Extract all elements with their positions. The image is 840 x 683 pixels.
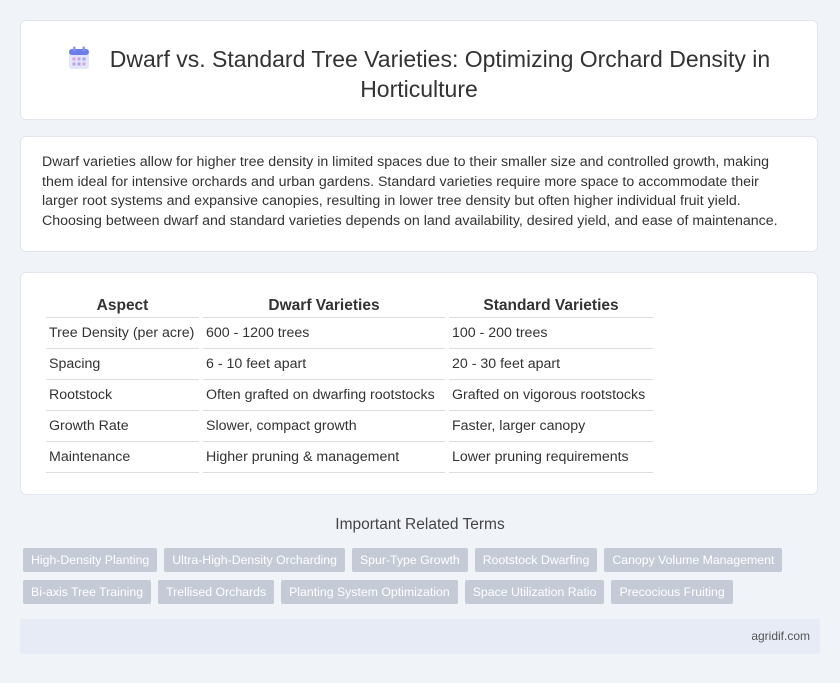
column-header-standard: Standard Varieties bbox=[449, 295, 653, 318]
tag-row: Bi-axis Tree Training Trellised Orchards… bbox=[23, 580, 813, 604]
tag-row: High-Density Planting Ultra-High-Density… bbox=[23, 548, 813, 572]
tag-precocious-fruiting[interactable]: Precocious Fruiting bbox=[611, 580, 733, 604]
table-row: Spacing 6 - 10 feet apart 20 - 30 feet a… bbox=[46, 349, 653, 380]
table-cell: Higher pruning & management bbox=[203, 442, 445, 473]
table-row: Maintenance Higher pruning & management … bbox=[46, 442, 653, 473]
table-row: Rootstock Often grafted on dwarfing root… bbox=[46, 380, 653, 411]
related-terms-tags: High-Density Planting Ultra-High-Density… bbox=[23, 548, 813, 612]
table-cell: Faster, larger canopy bbox=[449, 411, 653, 442]
footer-bar: agridif.com bbox=[20, 619, 820, 654]
page-title-wrap: Dwarf vs. Standard Tree Varieties: Optim… bbox=[21, 44, 817, 104]
related-terms-heading: Important Related Terms bbox=[335, 516, 505, 533]
column-header-dwarf: Dwarf Varieties bbox=[203, 295, 445, 318]
tag-trellised-orchards[interactable]: Trellised Orchards bbox=[158, 580, 275, 604]
table-cell: Grafted on vigorous rootstocks bbox=[449, 380, 653, 411]
tag-planting-system-optimization[interactable]: Planting System Optimization bbox=[281, 580, 458, 604]
tag-rootstock-dwarfing[interactable]: Rootstock Dwarfing bbox=[474, 548, 598, 572]
table-cell: Spacing bbox=[46, 349, 199, 380]
intro-card: Dwarf varieties allow for higher tree de… bbox=[20, 136, 818, 252]
column-header-aspect: Aspect bbox=[46, 295, 199, 318]
table-cell: Lower pruning requirements bbox=[449, 442, 653, 473]
table-cell: Slower, compact growth bbox=[203, 411, 445, 442]
table-row: Tree Density (per acre) 600 - 1200 trees… bbox=[46, 318, 653, 349]
table-cell: 6 - 10 feet apart bbox=[203, 349, 445, 380]
footer-site-link[interactable]: agridif.com bbox=[751, 629, 810, 643]
tag-high-density-planting[interactable]: High-Density Planting bbox=[23, 548, 158, 572]
tag-canopy-volume-management[interactable]: Canopy Volume Management bbox=[604, 548, 783, 572]
header-card: Dwarf vs. Standard Tree Varieties: Optim… bbox=[20, 20, 818, 120]
tag-spur-type-growth[interactable]: Spur-Type Growth bbox=[351, 548, 468, 572]
table-cell: 100 - 200 trees bbox=[449, 318, 653, 349]
table-cell: Maintenance bbox=[46, 442, 199, 473]
table-cell: 20 - 30 feet apart bbox=[449, 349, 653, 380]
table-row: Growth Rate Slower, compact growth Faste… bbox=[46, 411, 653, 442]
page-title: Dwarf vs. Standard Tree Varieties: Optim… bbox=[109, 46, 771, 102]
table-cell: Growth Rate bbox=[46, 411, 199, 442]
tag-bi-axis-tree-training[interactable]: Bi-axis Tree Training bbox=[23, 580, 152, 604]
comparison-table-card: Aspect Dwarf Varieties Standard Varietie… bbox=[20, 272, 818, 495]
table-cell: Rootstock bbox=[46, 380, 199, 411]
calendar-icon bbox=[68, 46, 90, 70]
table-header-row: Aspect Dwarf Varieties Standard Varietie… bbox=[46, 295, 653, 318]
table-cell: Tree Density (per acre) bbox=[46, 318, 199, 349]
comparison-table: Aspect Dwarf Varieties Standard Varietie… bbox=[42, 295, 657, 473]
tag-space-utilization-ratio[interactable]: Space Utilization Ratio bbox=[464, 580, 605, 604]
tag-ultra-high-density-orcharding[interactable]: Ultra-High-Density Orcharding bbox=[164, 548, 345, 572]
intro-paragraph: Dwarf varieties allow for higher tree de… bbox=[42, 154, 778, 229]
table-cell: 600 - 1200 trees bbox=[203, 318, 445, 349]
table-cell: Often grafted on dwarfing rootstocks bbox=[203, 380, 445, 411]
